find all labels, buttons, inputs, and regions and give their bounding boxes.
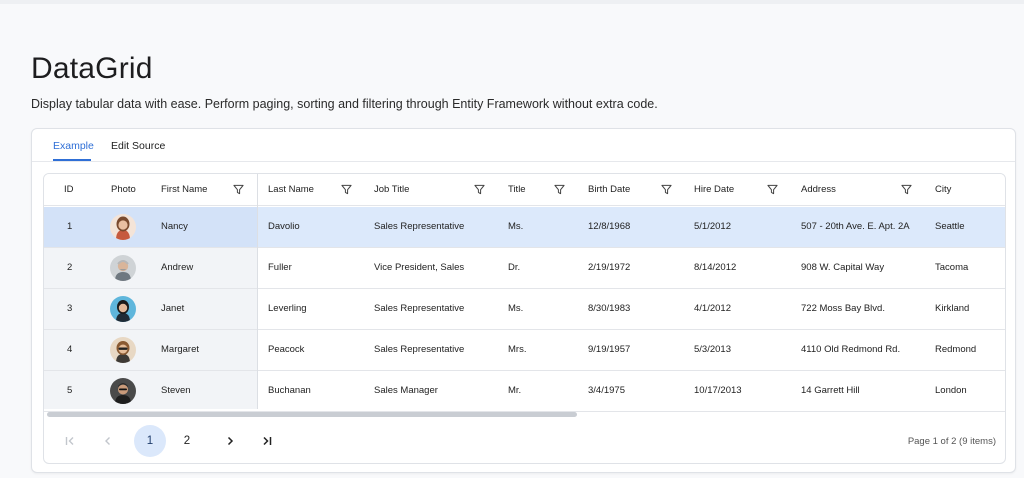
avatar (110, 296, 136, 322)
cell-title: Ms. (508, 221, 524, 232)
avatar (110, 337, 136, 363)
cell-last-name: Leverling (268, 303, 307, 314)
top-bar (0, 0, 1024, 4)
cell-first-name: Andrew (161, 262, 194, 273)
column-header-address[interactable]: Address (801, 174, 836, 206)
cell-id: 2 (67, 262, 73, 273)
first-page-button[interactable] (54, 425, 86, 457)
grid-header: ID Photo First Name Last Name Job Title … (44, 174, 1005, 206)
horizontal-scrollbar[interactable] (44, 410, 1005, 418)
tab-bar: Example Edit Source (32, 129, 1015, 162)
data-grid: ID Photo First Name Last Name Job Title … (43, 173, 1006, 464)
column-header-birth-date[interactable]: Birth Date (588, 174, 630, 206)
next-page-icon (227, 436, 234, 445)
cell-first-name: Janet (161, 303, 185, 314)
avatar (110, 378, 136, 404)
example-card: Example Edit Source ID Photo First Name … (31, 128, 1016, 473)
cell-first-name: Steven (161, 385, 191, 396)
cell-birth-date: 8/30/1983 (588, 303, 631, 314)
cell-birth-date: 12/8/1968 (588, 221, 631, 232)
column-header-photo[interactable]: Photo (111, 174, 136, 206)
column-header-job-title[interactable]: Job Title (374, 174, 409, 206)
scrollbar-thumb[interactable] (47, 412, 577, 417)
previous-page-icon (105, 436, 110, 445)
previous-page-button[interactable] (92, 425, 124, 457)
pager-summary: Page 1 of 2 (9 items) (907, 436, 996, 447)
pager: 1 2 Page 1 of 2 (9 items) (44, 422, 1005, 463)
cell-title: Mrs. (508, 344, 527, 355)
frozen-column-divider (257, 174, 258, 409)
cell-hire-date: 4/1/2012 (694, 303, 731, 314)
cell-hire-date: 5/3/2013 (694, 344, 731, 355)
cell-address: 4110 Old Redmond Rd. (801, 344, 901, 355)
cell-hire-date: 10/17/2013 (694, 385, 742, 396)
filter-icon[interactable] (554, 184, 565, 195)
cell-id: 4 (67, 344, 73, 355)
filter-icon[interactable] (767, 184, 778, 195)
cell-city: Kirkland (935, 303, 970, 314)
table-row[interactable]: 5 Steven Buchanan Sales Manager Mr. 3/4/… (44, 371, 1005, 412)
cell-last-name: Davolio (268, 221, 300, 232)
table-row[interactable]: 1 Nancy Davolio Sales Representative Ms.… (44, 207, 1005, 248)
page-description: Display tabular data with ease. Perform … (31, 97, 658, 111)
column-header-title[interactable]: Title (508, 174, 526, 206)
cell-job-title: Sales Representative (374, 221, 465, 232)
filter-icon[interactable] (341, 184, 352, 195)
cell-job-title: Sales Representative (374, 303, 465, 314)
cell-job-title: Sales Manager (374, 385, 438, 396)
column-header-city[interactable]: City (935, 174, 951, 206)
cell-last-name: Buchanan (268, 385, 311, 396)
cell-job-title: Vice President, Sales (374, 262, 465, 273)
first-page-icon (65, 436, 74, 445)
last-page-button[interactable] (251, 425, 283, 457)
column-header-id[interactable]: ID (64, 174, 74, 206)
cell-last-name: Fuller (268, 262, 292, 273)
column-header-last-name[interactable]: Last Name (268, 174, 314, 206)
cell-city: Tacoma (935, 262, 969, 273)
column-header-first-name[interactable]: First Name (161, 174, 207, 206)
page-title: DataGrid (31, 52, 153, 85)
cell-birth-date: 2/19/1972 (588, 262, 631, 273)
cell-address: 507 - 20th Ave. E. Apt. 2A (801, 221, 910, 232)
cell-id: 5 (67, 385, 73, 396)
column-header-hire-date[interactable]: Hire Date (694, 174, 734, 206)
avatar (110, 255, 136, 281)
cell-job-title: Sales Representative (374, 344, 465, 355)
filter-icon[interactable] (474, 184, 485, 195)
active-tab-indicator (53, 159, 91, 161)
cell-city: Seattle (935, 221, 965, 232)
page-button-1[interactable]: 1 (134, 425, 166, 457)
filter-icon[interactable] (233, 184, 244, 195)
tab-example[interactable]: Example (53, 140, 94, 152)
cell-birth-date: 3/4/1975 (588, 385, 625, 396)
cell-address: 14 Garrett Hill (801, 385, 860, 396)
table-row[interactable]: 4 Margaret Peacock Sales Representative … (44, 330, 1005, 371)
cell-last-name: Peacock (268, 344, 305, 355)
cell-first-name: Nancy (161, 221, 188, 232)
avatar (110, 214, 136, 240)
cell-birth-date: 9/19/1957 (588, 344, 631, 355)
table-row[interactable]: 2 Andrew Fuller Vice President, Sales Dr… (44, 248, 1005, 289)
cell-city: Redmond (935, 344, 977, 355)
cell-title: Mr. (508, 385, 522, 396)
last-page-icon (263, 436, 272, 445)
cell-title: Dr. (508, 262, 521, 273)
cell-city: London (935, 385, 967, 396)
filter-icon[interactable] (901, 184, 912, 195)
filter-icon[interactable] (661, 184, 672, 195)
cell-id: 1 (67, 221, 73, 232)
cell-id: 3 (67, 303, 73, 314)
cell-address: 908 W. Capital Way (801, 262, 885, 273)
cell-title: Ms. (508, 303, 524, 314)
table-row[interactable]: 3 Janet Leverling Sales Representative M… (44, 289, 1005, 330)
cell-first-name: Margaret (161, 344, 200, 355)
cell-hire-date: 8/14/2012 (694, 262, 737, 273)
cell-address: 722 Moss Bay Blvd. (801, 303, 885, 314)
cell-hire-date: 5/1/2012 (694, 221, 731, 232)
tab-edit-source[interactable]: Edit Source (111, 140, 165, 152)
page-button-2[interactable]: 2 (171, 425, 203, 457)
next-page-button[interactable] (214, 425, 246, 457)
